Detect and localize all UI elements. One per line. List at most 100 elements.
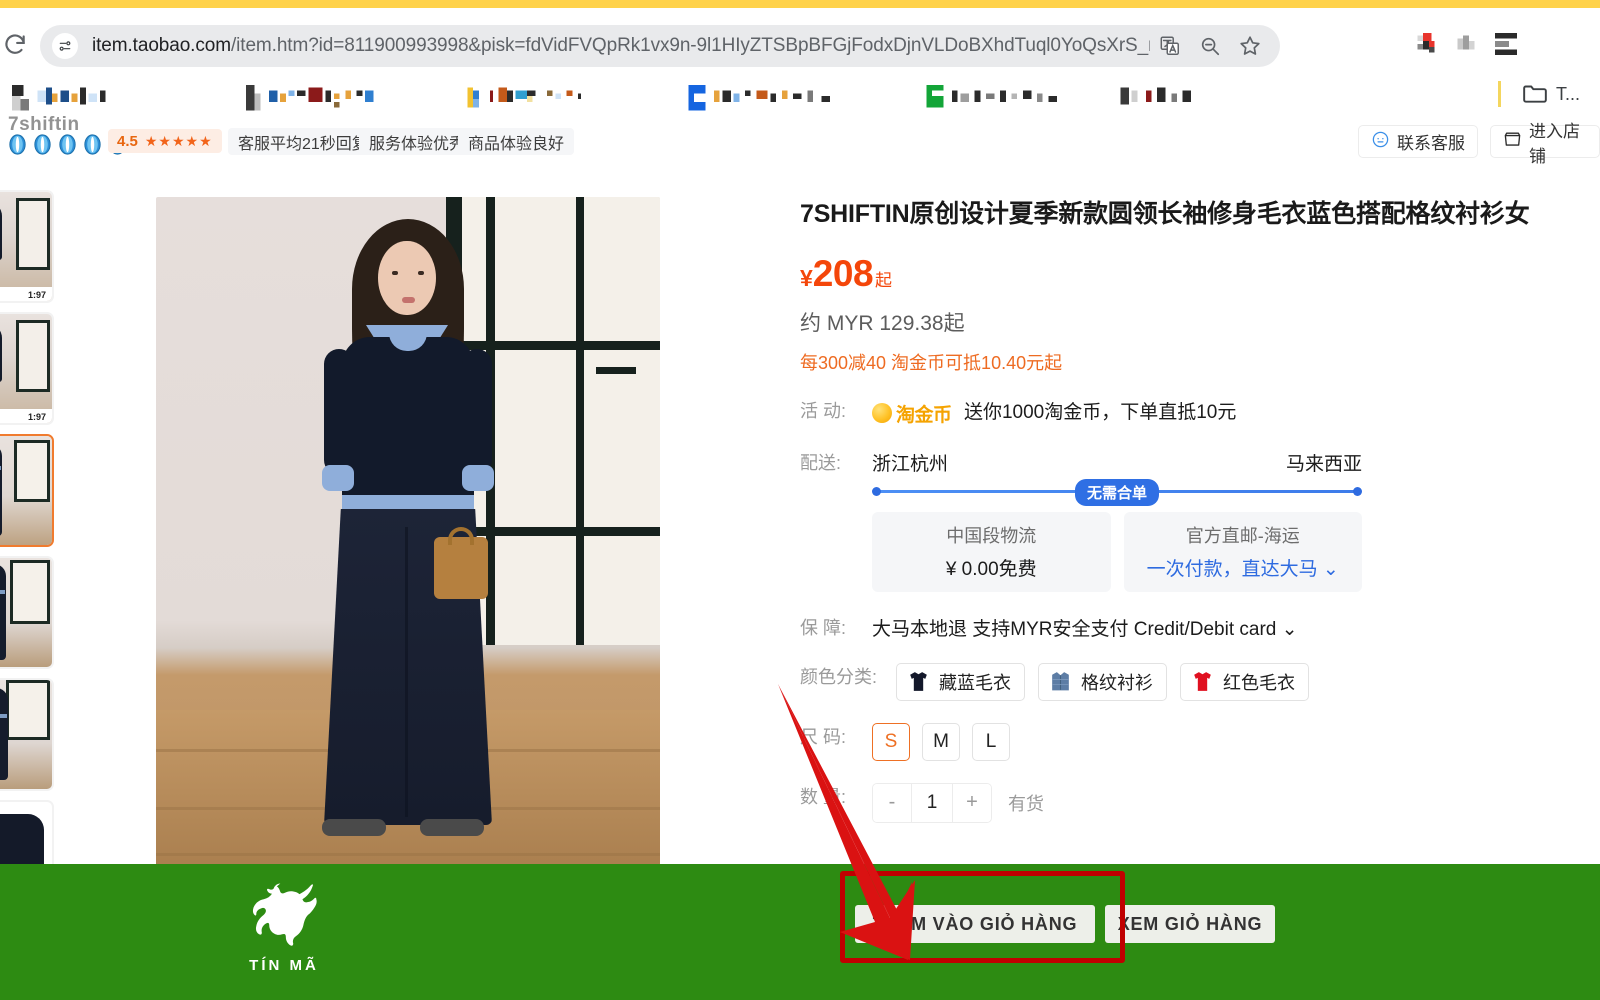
taojinbi-badge: 淘金币 [872, 400, 952, 427]
bookmark-item[interactable] [452, 82, 602, 116]
crown-icon [31, 133, 54, 156]
thumbnail-item[interactable]: 1:97 [0, 190, 54, 303]
size-options[interactable]: S M L [872, 722, 1500, 761]
shipping-card-international[interactable]: 官方直邮-海运 一次付款，直达大马 ⌄ [1123, 511, 1362, 592]
tshirt-navy-icon [906, 669, 931, 694]
crown-icon [56, 133, 79, 156]
tinma-overlay-bar: TÍN MÃ THÊM VÀO GIỎ HÀNG XEM GIỎ HÀNG [0, 864, 1600, 1000]
price-row: ¥ 208 起 [800, 253, 1500, 295]
bookmarks-bar[interactable] [0, 74, 1600, 116]
size-option-l[interactable]: L [972, 722, 1010, 761]
bookmark-item[interactable] [232, 82, 402, 116]
translate-icon[interactable] [1150, 26, 1190, 66]
folder-icon[interactable] [1522, 82, 1548, 104]
url-host: item.taobao.com [92, 35, 231, 56]
activity-label: 活 动: [800, 400, 847, 421]
quantity-decrement-button[interactable]: - [873, 783, 911, 822]
coin-icon [872, 403, 892, 424]
star-icon[interactable] [1230, 26, 1270, 66]
shop-icon [1503, 130, 1522, 154]
reload-icon[interactable] [2, 30, 28, 58]
color-option-navy-sweater[interactable]: 藏蓝毛衣 [896, 662, 1025, 701]
thumbnail-item[interactable]: 1:97 [0, 312, 54, 425]
color-body: 藏蓝毛衣 格纹衬衫 红色毛衣 [886, 662, 1500, 701]
product-title: 7SHIFTIN原创设计夏季新款圆领长袖修身毛衣蓝色搭配格纹衬衫女 [800, 200, 1530, 228]
thumbnail-item[interactable] [0, 556, 54, 669]
enter-shop-button[interactable]: 进入店铺 [1490, 122, 1600, 166]
currency-symbol: ¥ [800, 264, 813, 291]
tinma-brand-text: TÍN MÃ [249, 957, 319, 974]
color-swatches[interactable]: 藏蓝毛衣 格纹衬衫 红色毛衣 [896, 662, 1500, 701]
guarantee-row: 保 障: 大马本地退 支持MYR安全支付 Credit/Debit card ⌄ [800, 614, 1500, 641]
size-option-s[interactable]: S [872, 722, 910, 761]
overlay-view-cart-button[interactable]: XEM GIỎ HÀNG [1105, 905, 1275, 943]
tinma-logo: TÍN MÃ [236, 878, 332, 974]
bookmark-item[interactable] [6, 82, 126, 116]
shipping-row: 配送: 浙江杭州 马来西亚 无需合单 中国段物流 ¥ 0.00免费 官方直邮-海… [800, 449, 1500, 592]
zoom-out-icon[interactable] [1190, 26, 1230, 66]
color-option-label: 红色毛衣 [1223, 672, 1295, 693]
promo-text: 每300减40 淘金币可抵10.40元起 [800, 352, 1063, 373]
product-main-image[interactable] [72, 190, 744, 880]
activity-body: 淘金币 送你1000淘金币，下单直抵10元 [862, 397, 1500, 427]
overlay-add-to-cart-button[interactable]: THÊM VÀO GIỎ HÀNG [855, 905, 1095, 943]
bookmark-folder-label[interactable]: T... [1556, 84, 1580, 105]
quantity-row: 数 量: - 1 + 有货 [800, 782, 1500, 823]
thumbnail-item[interactable] [0, 678, 54, 791]
shipping-route: 浙江杭州 马来西亚 无需合单 中国段物流 ¥ 0.00免费 官方直邮-海运 一次… [872, 449, 1362, 592]
size-body: S M L [862, 722, 1500, 761]
thumbnail-item-selected[interactable] [0, 434, 54, 547]
color-option-red-sweater[interactable]: 红色毛衣 [1180, 662, 1309, 701]
shipping-dot-dest [1353, 486, 1362, 496]
browser-chrome: item.taobao.com/item.htm?id=811900993998… [0, 0, 1600, 116]
browser-menu-icon[interactable] [1492, 30, 1520, 58]
product-info-panel: 7SHIFTIN原创设计夏季新款圆领长袖修身毛衣蓝色搭配格纹衬衫女 ¥ 208 … [800, 198, 1530, 823]
shipping-cards: 中国段物流 ¥ 0.00免费 官方直邮-海运 一次付款，直达大马 ⌄ [872, 511, 1362, 592]
bookmark-item[interactable] [672, 82, 852, 116]
shirt-checked-icon [1048, 669, 1073, 694]
extension-icons[interactable] [1412, 30, 1520, 58]
color-label: 颜色分类: [800, 666, 878, 687]
rating-stars: ★★★★★ [144, 132, 213, 149]
guarantee-label: 保 障: [800, 617, 847, 638]
quantity-box[interactable]: - 1 + [872, 782, 992, 823]
price-myr: 约 MYR 129.38起 [800, 311, 965, 335]
browser-toolbar: item.taobao.com/item.htm?id=811900993998… [0, 8, 1600, 74]
headset-icon [1371, 130, 1390, 154]
shipping-card-value: ¥ 0.00免费 [945, 558, 1037, 580]
service-chip: 商品体验良好 [458, 128, 575, 155]
guarantee-body[interactable]: 大马本地退 支持MYR安全支付 Credit/Debit card ⌄ [862, 614, 1500, 641]
site-settings-icon[interactable] [52, 33, 78, 59]
bookmark-divider [1498, 81, 1501, 107]
extension-icon-1[interactable] [1412, 30, 1440, 58]
color-option-label: 格纹衬衫 [1081, 672, 1153, 693]
guarantee-text: 大马本地退 支持MYR安全支付 Credit/Debit card [872, 618, 1277, 640]
activity-row: 活 动: 淘金币 送你1000淘金币，下单直抵10元 [800, 397, 1500, 427]
stock-status: 有货 [1008, 793, 1044, 814]
tab-strip [0, 0, 1600, 8]
activity-text: 送你1000淘金币，下单直抵10元 [963, 401, 1237, 423]
extension-icon-2[interactable] [1452, 30, 1480, 58]
chevron-down-icon[interactable]: ⌄ [1318, 559, 1339, 580]
shipping-body: 浙江杭州 马来西亚 无需合单 中国段物流 ¥ 0.00免费 官方直邮-海运 一次… [862, 449, 1500, 592]
bookmark-item[interactable] [1110, 82, 1210, 116]
crown-icon [6, 133, 29, 156]
url-text[interactable]: item.taobao.com/item.htm?id=811900993998… [92, 35, 1150, 57]
size-label: 尺 码: [800, 726, 847, 747]
shipping-to: 马来西亚 [1285, 453, 1362, 475]
quantity-increment-button[interactable]: + [953, 783, 991, 822]
shipping-card-title: 官方直邮-海运 [1185, 525, 1300, 546]
size-option-m[interactable]: M [922, 722, 960, 761]
bookmark-item[interactable] [912, 82, 1077, 116]
shipping-pill: 无需合单 [1074, 478, 1160, 506]
contact-service-button[interactable]: 联系客服 [1358, 125, 1478, 158]
shipping-card-domestic[interactable]: 中国段物流 ¥ 0.00免费 [872, 511, 1111, 592]
address-bar[interactable]: item.taobao.com/item.htm?id=811900993998… [40, 25, 1280, 67]
shipping-card-value[interactable]: 一次付款，直达大马 ⌄ [1128, 554, 1359, 581]
chevron-down-icon[interactable]: ⌄ [1276, 619, 1298, 640]
quantity-stepper[interactable]: - 1 + 有货 [872, 782, 1500, 823]
quantity-value[interactable]: 1 [911, 783, 953, 822]
color-option-checked-shirt[interactable]: 格纹衬衫 [1038, 662, 1167, 701]
shipping-card-title: 中国段物流 [946, 525, 1037, 546]
price-suffix: 起 [875, 270, 893, 290]
